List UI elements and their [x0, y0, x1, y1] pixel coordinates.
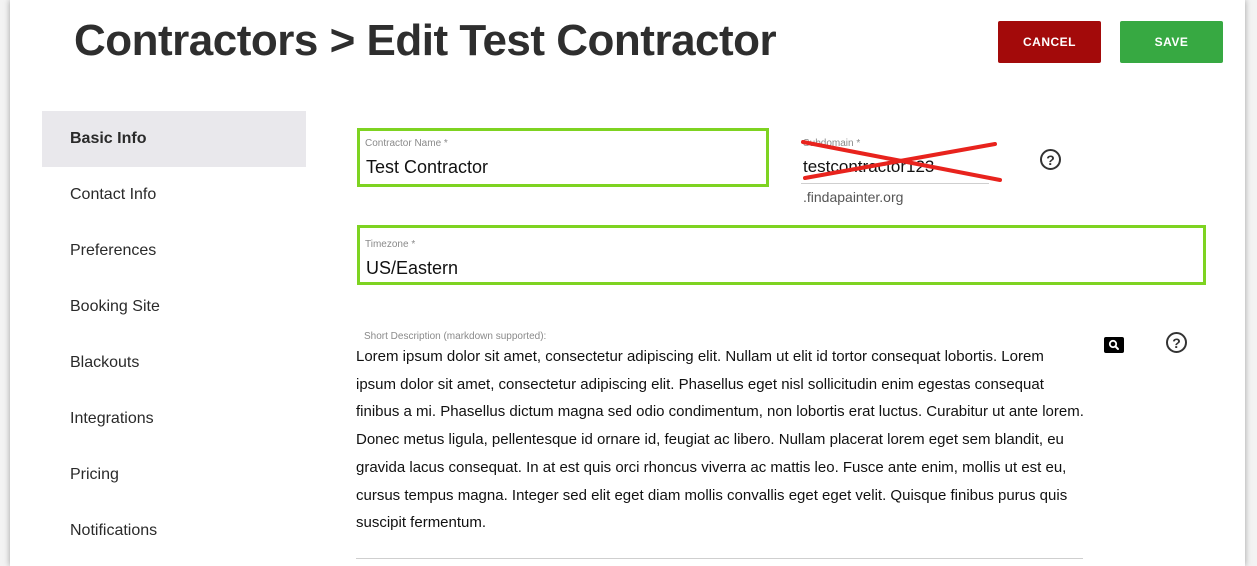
- sidebar-item-integrations[interactable]: Integrations: [42, 391, 306, 447]
- sidebar-item-preferences[interactable]: Preferences: [42, 223, 306, 279]
- short-description-label: Short Description (markdown supported):: [364, 331, 547, 342]
- sidebar-item-label: Notifications: [70, 522, 158, 539]
- timezone-field[interactable]: [357, 225, 1206, 285]
- sidebar-item-pricing[interactable]: Pricing: [42, 447, 306, 503]
- contractor-name-input[interactable]: Test Contractor: [366, 157, 488, 178]
- sidebar-item-label: Blackouts: [70, 354, 140, 371]
- subdomain-suffix: .findapainter.org: [803, 189, 904, 205]
- sidebar: Basic Info Contact Info Preferences Book…: [42, 111, 306, 559]
- sidebar-item-contact-info[interactable]: Contact Info: [42, 167, 306, 223]
- save-button[interactable]: SAVE: [1120, 21, 1223, 63]
- sidebar-item-label: Booking Site: [70, 298, 160, 315]
- sidebar-item-label: Contact Info: [70, 186, 157, 203]
- search-icon[interactable]: [1104, 337, 1124, 353]
- short-description-underline: [356, 558, 1083, 559]
- timezone-label: Timezone *: [365, 239, 416, 250]
- description-help-icon[interactable]: ?: [1166, 332, 1187, 353]
- sidebar-item-blackouts[interactable]: Blackouts: [42, 335, 306, 391]
- sidebar-item-label: Pricing: [70, 466, 119, 483]
- sidebar-item-notifications[interactable]: Notifications: [42, 503, 306, 559]
- subdomain-help-icon[interactable]: ?: [1040, 149, 1061, 170]
- timezone-select[interactable]: US/Eastern: [366, 258, 458, 279]
- sidebar-item-booking-site[interactable]: Booking Site: [42, 279, 306, 335]
- page-title: Contractors > Edit Test Contractor: [74, 16, 777, 65]
- sidebar-item-basic-info[interactable]: Basic Info: [42, 111, 306, 167]
- magnifier-glyph: [1108, 339, 1119, 350]
- short-description-textarea[interactable]: Lorem ipsum dolor sit amet, consectetur …: [356, 343, 1086, 537]
- sidebar-item-label: Preferences: [70, 242, 157, 259]
- strikeout-x-mark: [801, 140, 1002, 182]
- sidebar-item-label: Integrations: [70, 410, 154, 427]
- sidebar-item-label: Basic Info: [70, 130, 147, 147]
- contractor-name-label: Contractor Name *: [365, 138, 448, 149]
- cancel-button[interactable]: CANCEL: [998, 21, 1101, 63]
